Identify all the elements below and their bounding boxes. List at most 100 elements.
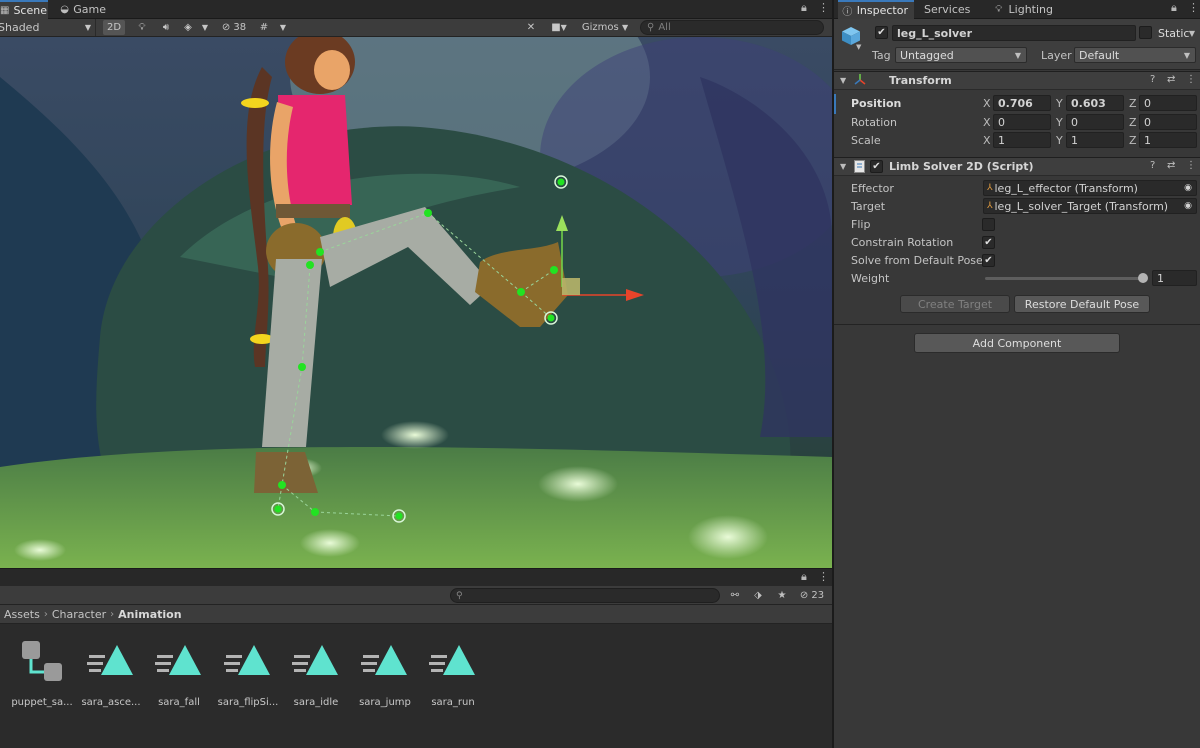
tab-inspector[interactable]: ⓘ Inspector	[838, 0, 914, 19]
help-icon[interactable]: ?	[1150, 160, 1155, 171]
position-y-field[interactable]: 0.603	[1066, 95, 1124, 111]
create-target-button[interactable]: Create Target	[900, 295, 1010, 313]
add-component-button[interactable]: Add Component	[914, 333, 1120, 353]
kebab-menu-icon[interactable]: ⋮	[1186, 160, 1196, 171]
gameobject-header: ▼ ✔ leg_L_solver Static ▼ Tag Untagged ▼…	[834, 19, 1200, 70]
bone-point[interactable]	[278, 481, 286, 489]
limb-solver-component-header[interactable]: ▼ ✔ Limb Solver 2D (Script) ? ⇄ ⋮	[834, 157, 1200, 176]
gizmos-dropdown[interactable]: Gizmos ▼	[575, 20, 635, 35]
target-label: Target	[851, 200, 886, 213]
object-picker-icon[interactable]: ◉	[1184, 201, 1192, 211]
restore-default-pose-button[interactable]: Restore Default Pose	[1014, 295, 1150, 313]
camera-icon[interactable]: ■ ▼	[545, 20, 573, 35]
object-name-field[interactable]: leg_L_solver	[892, 25, 1136, 41]
animation-clip-icon	[222, 635, 274, 687]
tab-game[interactable]: ◒ Game	[56, 0, 112, 19]
static-checkbox[interactable]	[1139, 26, 1152, 39]
scale-y-field[interactable]: 1	[1066, 132, 1124, 148]
grid-toggle-icon[interactable]: #	[256, 20, 272, 35]
chevron-right-icon: ›	[110, 608, 115, 620]
asset-item[interactable]: sara_fall	[145, 635, 213, 715]
presets-icon[interactable]: ⇄	[1167, 74, 1175, 85]
breadcrumb-item-animation[interactable]: Animation	[118, 608, 181, 621]
audio-toggle-icon[interactable]: 🔊︎	[156, 20, 176, 35]
asset-item[interactable]: sara_run	[419, 635, 487, 715]
effector-object-field[interactable]: ⅄ leg_L_effector (Transform) ◉	[983, 180, 1197, 196]
asset-item[interactable]: sara_asce...	[77, 635, 145, 715]
kebab-menu-icon[interactable]: ⋮	[818, 570, 829, 583]
breadcrumb-item-assets[interactable]: Assets	[4, 608, 40, 621]
weight-slider-track[interactable]	[985, 277, 1145, 280]
animation-clip-icon	[359, 635, 411, 687]
favorites-star-icon[interactable]: ★	[774, 588, 790, 603]
chevron-down-icon: ▼	[84, 23, 91, 32]
kebab-menu-icon[interactable]: ⋮	[1186, 74, 1196, 85]
shading-mode-dropdown[interactable]: Shaded ▼	[0, 19, 96, 36]
solve-from-default-pose-checkbox[interactable]: ✔	[982, 254, 995, 267]
lock-icon[interactable]: 🔒︎	[801, 570, 807, 584]
target-object-field[interactable]: ⅄ leg_L_solver_Target (Transform) ◉	[983, 198, 1197, 214]
tab-lighting[interactable]: 💡︎ Lighting	[989, 0, 1059, 19]
asset-item[interactable]: sara_flipSi...	[214, 635, 282, 715]
weight-slider-handle[interactable]	[1138, 273, 1148, 283]
bone-point[interactable]	[311, 508, 319, 516]
asset-item[interactable]: sara_jump	[351, 635, 419, 715]
bone-point[interactable]	[550, 266, 558, 274]
scale-z-field[interactable]: 1	[1139, 132, 1197, 148]
layer-dropdown[interactable]: Default ▼	[1074, 47, 1196, 63]
position-x-field[interactable]: 0.706	[993, 95, 1051, 111]
filter-by-label-icon[interactable]: ⬗	[750, 588, 766, 603]
filter-by-type-icon[interactable]: ⚯	[727, 588, 743, 603]
tag-dropdown[interactable]: Untagged ▼	[895, 47, 1027, 63]
rotation-y-field[interactable]: 0	[1066, 114, 1124, 130]
scene-render[interactable]	[0, 37, 832, 568]
bone-point[interactable]	[316, 248, 324, 256]
lock-icon[interactable]: 🔒︎	[801, 1, 807, 15]
transform-axes-icon	[854, 74, 866, 89]
scene-search-input[interactable]: ⚲ All	[640, 20, 824, 35]
presets-icon[interactable]: ⇄	[1167, 160, 1175, 171]
bone-point[interactable]	[306, 261, 314, 269]
position-z-field[interactable]: 0	[1139, 95, 1197, 111]
asset-item[interactable]: sara_idle	[282, 635, 350, 715]
flip-label: Flip	[851, 218, 871, 231]
lock-icon[interactable]: 🔒︎	[1171, 1, 1177, 15]
foldout-arrow-icon[interactable]: ▼	[840, 76, 846, 85]
help-icon[interactable]: ?	[1150, 74, 1155, 85]
scene-visibility-toggle[interactable]: ⊘ 38	[216, 20, 252, 35]
component-enabled-checkbox[interactable]: ✔	[870, 160, 883, 173]
bone-point[interactable]	[517, 288, 525, 296]
kebab-menu-icon[interactable]: ⋮	[1188, 1, 1199, 14]
rotation-x-field[interactable]: 0	[993, 114, 1051, 130]
flip-checkbox[interactable]	[982, 218, 995, 231]
tab-scene[interactable]: ▦ Scene	[0, 0, 48, 19]
chevron-down-icon[interactable]: ▼	[856, 43, 861, 51]
static-dropdown[interactable]: Static ▼	[1154, 25, 1200, 41]
effects-toggle-icon[interactable]: ◈	[179, 20, 197, 35]
tools-icon[interactable]: ✕	[521, 20, 541, 35]
effects-dropdown-icon[interactable]: ▼	[199, 20, 211, 35]
scale-x-field[interactable]: 1	[993, 132, 1051, 148]
weight-field[interactable]: 1	[1152, 270, 1197, 286]
bone-point[interactable]	[424, 209, 432, 217]
tab-services[interactable]: Services	[920, 0, 984, 19]
bone-point[interactable]	[298, 363, 306, 371]
grid-dropdown-icon[interactable]: ▼	[276, 20, 290, 35]
active-checkbox[interactable]: ✔	[875, 26, 888, 39]
toggle-2d-button[interactable]: 2D	[103, 20, 125, 35]
constrain-rotation-checkbox[interactable]: ✔	[982, 236, 995, 249]
transform-axes-icon: ⅄	[987, 201, 993, 211]
asset-item[interactable]: puppet_sa...	[8, 635, 76, 715]
foldout-arrow-icon[interactable]: ▼	[840, 162, 846, 171]
project-tab-bar: 🔒︎ ⋮	[0, 569, 832, 586]
object-picker-icon[interactable]: ◉	[1184, 183, 1192, 193]
scene-viewport[interactable]	[0, 37, 832, 568]
constrain-rotation-label: Constrain Rotation	[851, 236, 954, 249]
hidden-packages-toggle[interactable]: ⊘ 23	[796, 588, 828, 603]
breadcrumb-item-character[interactable]: Character	[52, 608, 106, 621]
kebab-menu-icon[interactable]: ⋮	[818, 1, 829, 14]
project-search-input[interactable]: ⚲	[450, 588, 720, 603]
rotation-z-field[interactable]: 0	[1139, 114, 1197, 130]
transform-component-header[interactable]: ▼ Transform ? ⇄ ⋮	[834, 71, 1200, 90]
lighting-toggle-icon[interactable]: 💡︎	[132, 20, 152, 35]
